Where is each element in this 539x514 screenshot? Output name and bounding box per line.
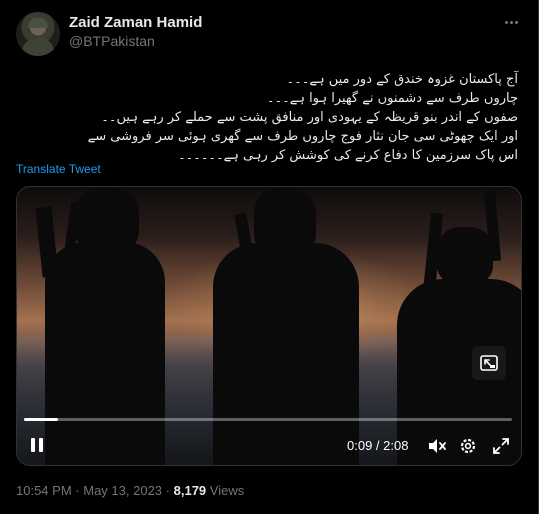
- more-horizontal-icon[interactable]: [498, 12, 524, 32]
- video-time: 0:09 / 2:08: [347, 438, 409, 453]
- views-count: 8,179: [173, 483, 207, 498]
- tweet-date[interactable]: May 13, 2023: [83, 483, 162, 498]
- tweet-text-line: آج پاکستان غزوہ خندق کے دور میں ہے۔۔۔: [286, 72, 518, 87]
- picture-in-picture-icon[interactable]: [472, 346, 506, 380]
- tweet-text-line: اور ایک چھوٹی سی جان نثار فوج چاروں طرف …: [87, 129, 518, 144]
- meta-separator: ·: [75, 483, 80, 498]
- fullscreen-icon[interactable]: [491, 436, 511, 456]
- video-current-time: 0:09: [347, 438, 373, 453]
- video-progress-fill: [24, 418, 59, 421]
- gear-icon[interactable]: [458, 436, 478, 456]
- translate-tweet-link[interactable]: Translate Tweet: [16, 162, 101, 176]
- avatar[interactable]: [16, 12, 60, 56]
- mute-icon[interactable]: [427, 436, 447, 456]
- video-player[interactable]: 0:09 / 2:08: [16, 186, 522, 466]
- meta-separator: ·: [165, 483, 170, 498]
- tweet-time[interactable]: 10:54 PM: [16, 483, 72, 498]
- tweet-card: Zaid Zaman Hamid @BTPakistan آج پاکستان …: [0, 0, 539, 514]
- tweet-text-line: چاروں طرف سے دشمنوں نے گھیرا ہوا ہے۔۔۔: [266, 91, 518, 106]
- views-label: Views: [209, 483, 245, 498]
- author-handle[interactable]: @BTPakistan: [69, 33, 155, 49]
- pause-icon[interactable]: [29, 437, 45, 453]
- tweet-text-line: صفوں کے اندر بنو قریظہ کے یہودی اور مناف…: [101, 110, 518, 125]
- tweet-meta: 10:54 PM · May 13, 2023 · 8,179 Views: [16, 483, 244, 498]
- video-duration: 2:08: [383, 438, 409, 453]
- author-name[interactable]: Zaid Zaman Hamid: [69, 14, 202, 31]
- tweet-text: آج پاکستان غزوہ خندق کے دور میں ہے۔۔۔ چا…: [16, 70, 518, 165]
- video-progress-bar[interactable]: [24, 418, 512, 421]
